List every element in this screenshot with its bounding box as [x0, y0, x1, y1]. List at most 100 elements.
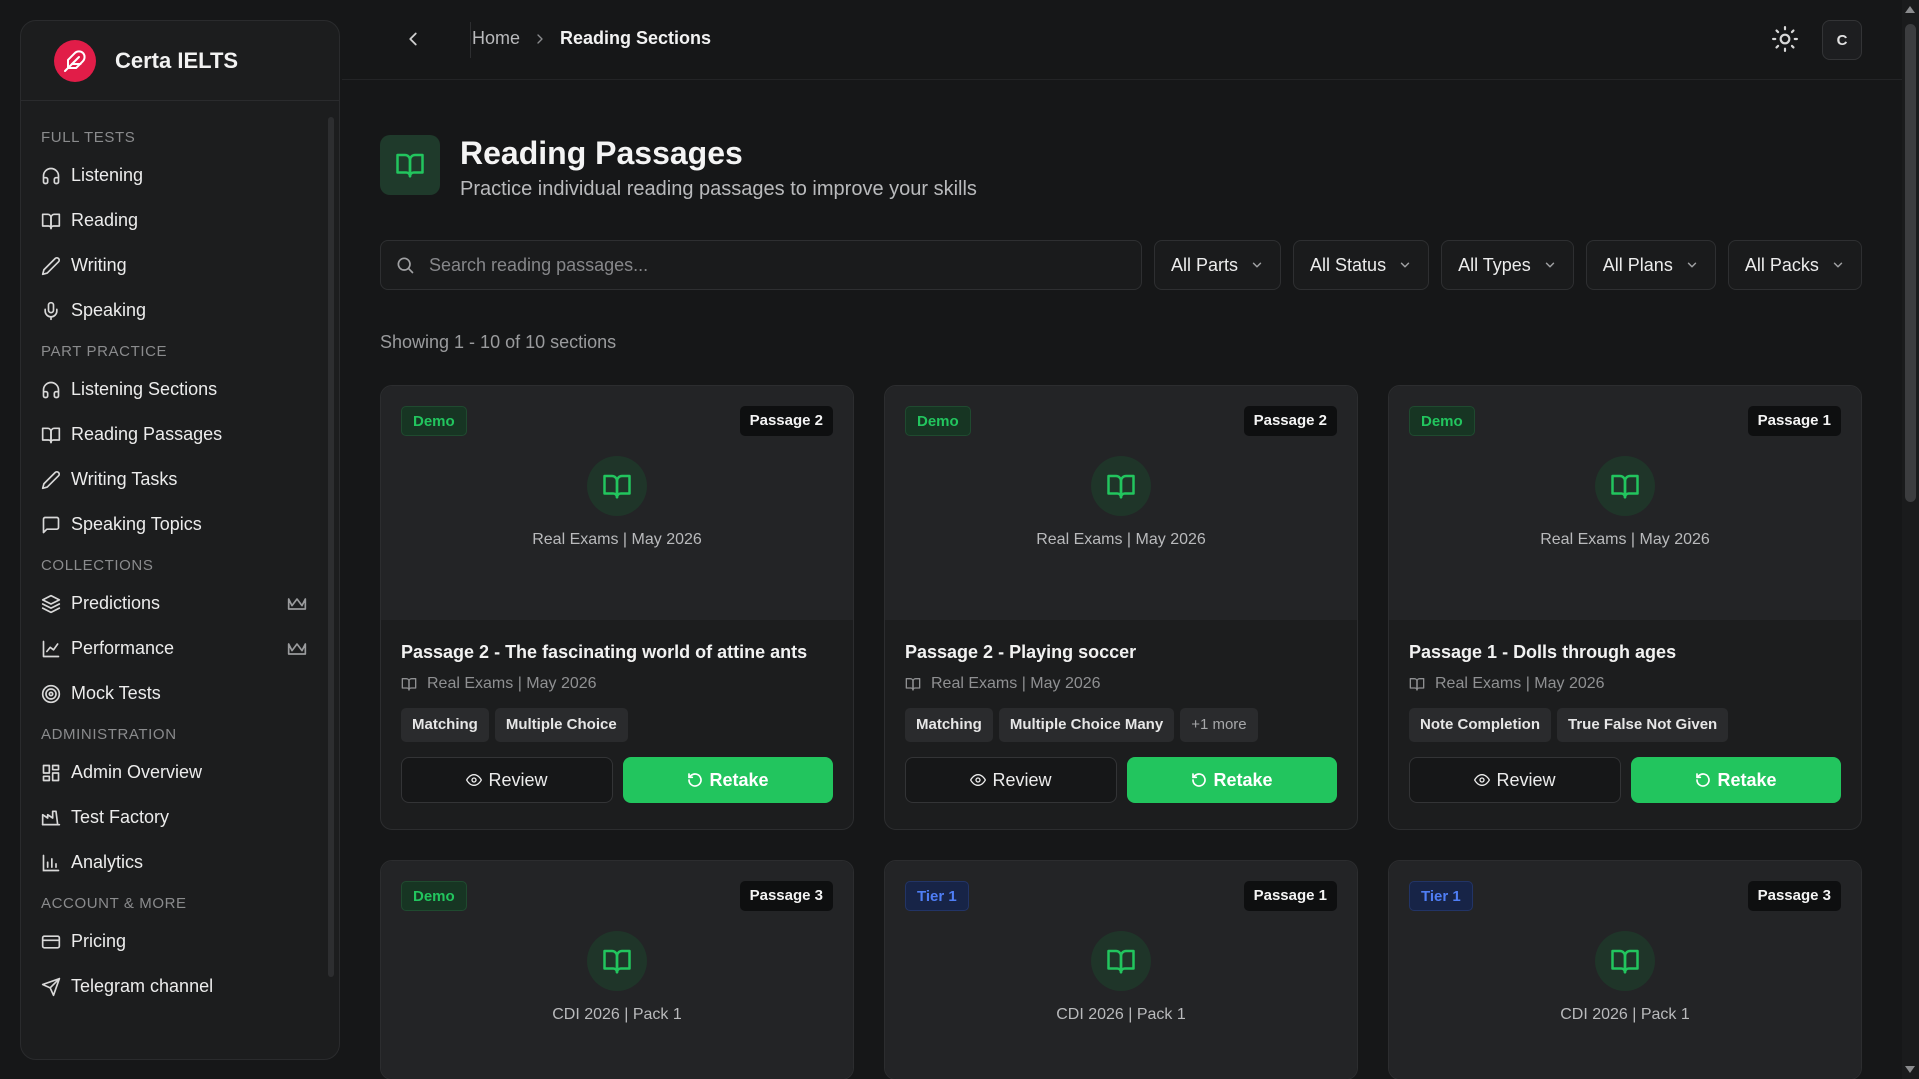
card-cover: Demo Passage 2 Real Exams | May 2026	[885, 386, 1357, 620]
scroll-thumb[interactable]	[1905, 24, 1916, 502]
retake-button[interactable]: Retake	[623, 757, 833, 803]
book-icon	[41, 213, 61, 229]
filter-types[interactable]: All Types	[1441, 240, 1574, 290]
sidebar-item-admin-overview[interactable]: Admin Overview	[21, 750, 339, 795]
sidebar-item-label: Performance	[71, 638, 175, 658]
dashboard-icon	[42, 764, 60, 781]
card-source: Real Exams | May 2026	[532, 531, 702, 548]
breadcrumb-home[interactable]: Home	[472, 28, 520, 49]
sidebar-item-predictions[interactable]: Predictions	[21, 581, 339, 626]
passage-card[interactable]: Demo Passage 3 CDI 2026 | Pack 1	[380, 860, 854, 1079]
sidebar-item-label: Telegram channel	[71, 976, 214, 996]
retake-label: Retake	[709, 769, 769, 790]
book-icon	[1595, 456, 1655, 516]
card-title: Passage 1 - Dolls through ages	[1409, 642, 1677, 662]
rotate-icon	[688, 773, 703, 787]
filter-plans[interactable]: All Plans	[1585, 240, 1716, 290]
sidebar-nav: FULL TESTS Listening Reading Writing Spe…	[21, 101, 339, 1059]
search-input[interactable]	[429, 254, 1109, 276]
sidebar-item-label: Admin Overview	[71, 762, 203, 782]
sidebar-item-reading[interactable]: Reading	[21, 198, 339, 243]
sidebar-item-test-factory[interactable]: Test Factory	[21, 795, 339, 840]
review-label: Review	[1496, 769, 1556, 790]
sidebar-item-analytics[interactable]: Analytics	[21, 840, 339, 885]
retake-button[interactable]: Retake	[1127, 757, 1337, 803]
review-button[interactable]: Review	[401, 757, 613, 803]
breadcrumb-current: Reading Sections	[560, 28, 712, 48]
section-administration: ADMINISTRATION	[41, 726, 177, 743]
scroll-down-arrow-icon[interactable]	[1905, 1066, 1915, 1073]
sidebar-item-reading-passages[interactable]: Reading Passages	[21, 412, 339, 457]
question-types: Matching Multiple Choice	[401, 708, 833, 742]
type-chip: Matching	[905, 708, 993, 742]
passage-badge: Passage 3	[739, 881, 833, 911]
passage-card[interactable]: Demo Passage 1 Real Exams | May 2026 Pas…	[1388, 385, 1862, 830]
filter-packs[interactable]: All Packs	[1727, 240, 1862, 290]
retake-label: Retake	[1717, 769, 1777, 790]
sidebar-item-label: Analytics	[71, 852, 144, 872]
sun-icon[interactable]	[1772, 26, 1798, 52]
sidebar-item-speaking-topics[interactable]: Speaking Topics	[21, 502, 339, 547]
passage-badge: Passage 2	[739, 406, 833, 436]
sidebar-item-performance[interactable]: Performance	[21, 626, 339, 671]
search-box[interactable]	[380, 240, 1142, 290]
feather-logo-icon	[54, 39, 96, 82]
review-button[interactable]: Review	[905, 757, 1117, 803]
retake-button[interactable]: Retake	[1631, 757, 1841, 803]
filter-label: All Types	[1458, 254, 1531, 275]
type-chip: True False Not Given	[1557, 708, 1729, 742]
message-icon	[42, 516, 60, 533]
sidebar-item-label: Reading Passages	[71, 424, 223, 444]
filter-parts[interactable]: All Parts	[1154, 240, 1282, 290]
sidebar-item-mock-tests[interactable]: Mock Tests	[21, 671, 339, 716]
plan-tag: Tier 1	[905, 881, 969, 911]
factory-icon	[41, 810, 61, 825]
card-cover: Demo Passage 3 CDI 2026 | Pack 1	[381, 861, 853, 1079]
chevron-right-icon	[537, 33, 543, 44]
card-meta: Real Exams | May 2026	[905, 675, 1337, 693]
scroll-up-arrow-icon[interactable]	[1905, 6, 1915, 13]
sidebar-item-listening-sections[interactable]: Listening Sections	[21, 367, 339, 412]
book-icon	[41, 427, 61, 443]
card-meta: Real Exams | May 2026	[1409, 675, 1841, 693]
card-title: Passage 2 - The fascinating world of att…	[401, 642, 808, 662]
target-icon	[41, 684, 61, 703]
eye-icon	[970, 773, 987, 787]
sidebar-item-pricing[interactable]: Pricing	[21, 919, 339, 964]
plan-tag: Demo	[905, 406, 971, 436]
avatar[interactable]: C	[1822, 20, 1862, 60]
section-full-tests: FULL TESTS	[41, 129, 136, 146]
sidebar-item-speaking[interactable]: Speaking	[21, 288, 339, 333]
sidebar-item-telegram[interactable]: Telegram channel	[21, 964, 339, 1009]
sidebar-item-listening[interactable]: Listening	[21, 153, 339, 198]
sidebar-item-label: Test Factory	[71, 807, 170, 827]
filter-status[interactable]: All Status	[1293, 240, 1430, 290]
more-chip[interactable]: +1 more	[1180, 708, 1258, 742]
page-scrollbar[interactable]	[1902, 0, 1919, 1079]
page-subtitle: Practice individual reading passages to …	[460, 178, 977, 200]
passage-card[interactable]: Demo Passage 2 Real Exams | May 2026 Pas…	[884, 385, 1358, 830]
book-icon	[587, 931, 647, 991]
filter-label: All Plans	[1602, 254, 1673, 275]
passage-card[interactable]: Tier 1 Passage 3 CDI 2026 | Pack 1	[1388, 860, 1862, 1079]
brand[interactable]: Certa IELTS	[21, 21, 339, 101]
chevron-left-icon[interactable]	[402, 28, 424, 50]
sidebar-item-writing-tasks[interactable]: Writing Tasks	[21, 457, 339, 502]
card-cover: Demo Passage 2 Real Exams | May 2026	[381, 386, 853, 620]
review-button[interactable]: Review	[1409, 757, 1621, 803]
sidebar-item-label: Reading	[71, 210, 139, 230]
card-source: CDI 2026 | Pack 1	[552, 1006, 682, 1023]
microphone-icon	[44, 301, 58, 320]
passage-card[interactable]: Tier 1 Passage 1 CDI 2026 | Pack 1	[884, 860, 1358, 1079]
card-source: Real Exams | May 2026	[1036, 531, 1206, 548]
passage-badge: Passage 1	[1243, 881, 1337, 911]
page-header: Reading Passages Practice individual rea…	[380, 135, 977, 201]
chevron-down-icon	[1252, 262, 1262, 268]
sidebar-item-writing[interactable]: Writing	[21, 243, 339, 288]
passage-card[interactable]: Demo Passage 2 Real Exams | May 2026 Pas…	[380, 385, 854, 830]
passage-badge: Passage 1	[1747, 406, 1841, 436]
card-source: Real Exams | May 2026	[1540, 531, 1710, 548]
retake-label: Retake	[1213, 769, 1273, 790]
results-count: Showing 1 - 10 of 10 sections	[380, 332, 617, 352]
filter-label: All Status	[1310, 254, 1387, 275]
